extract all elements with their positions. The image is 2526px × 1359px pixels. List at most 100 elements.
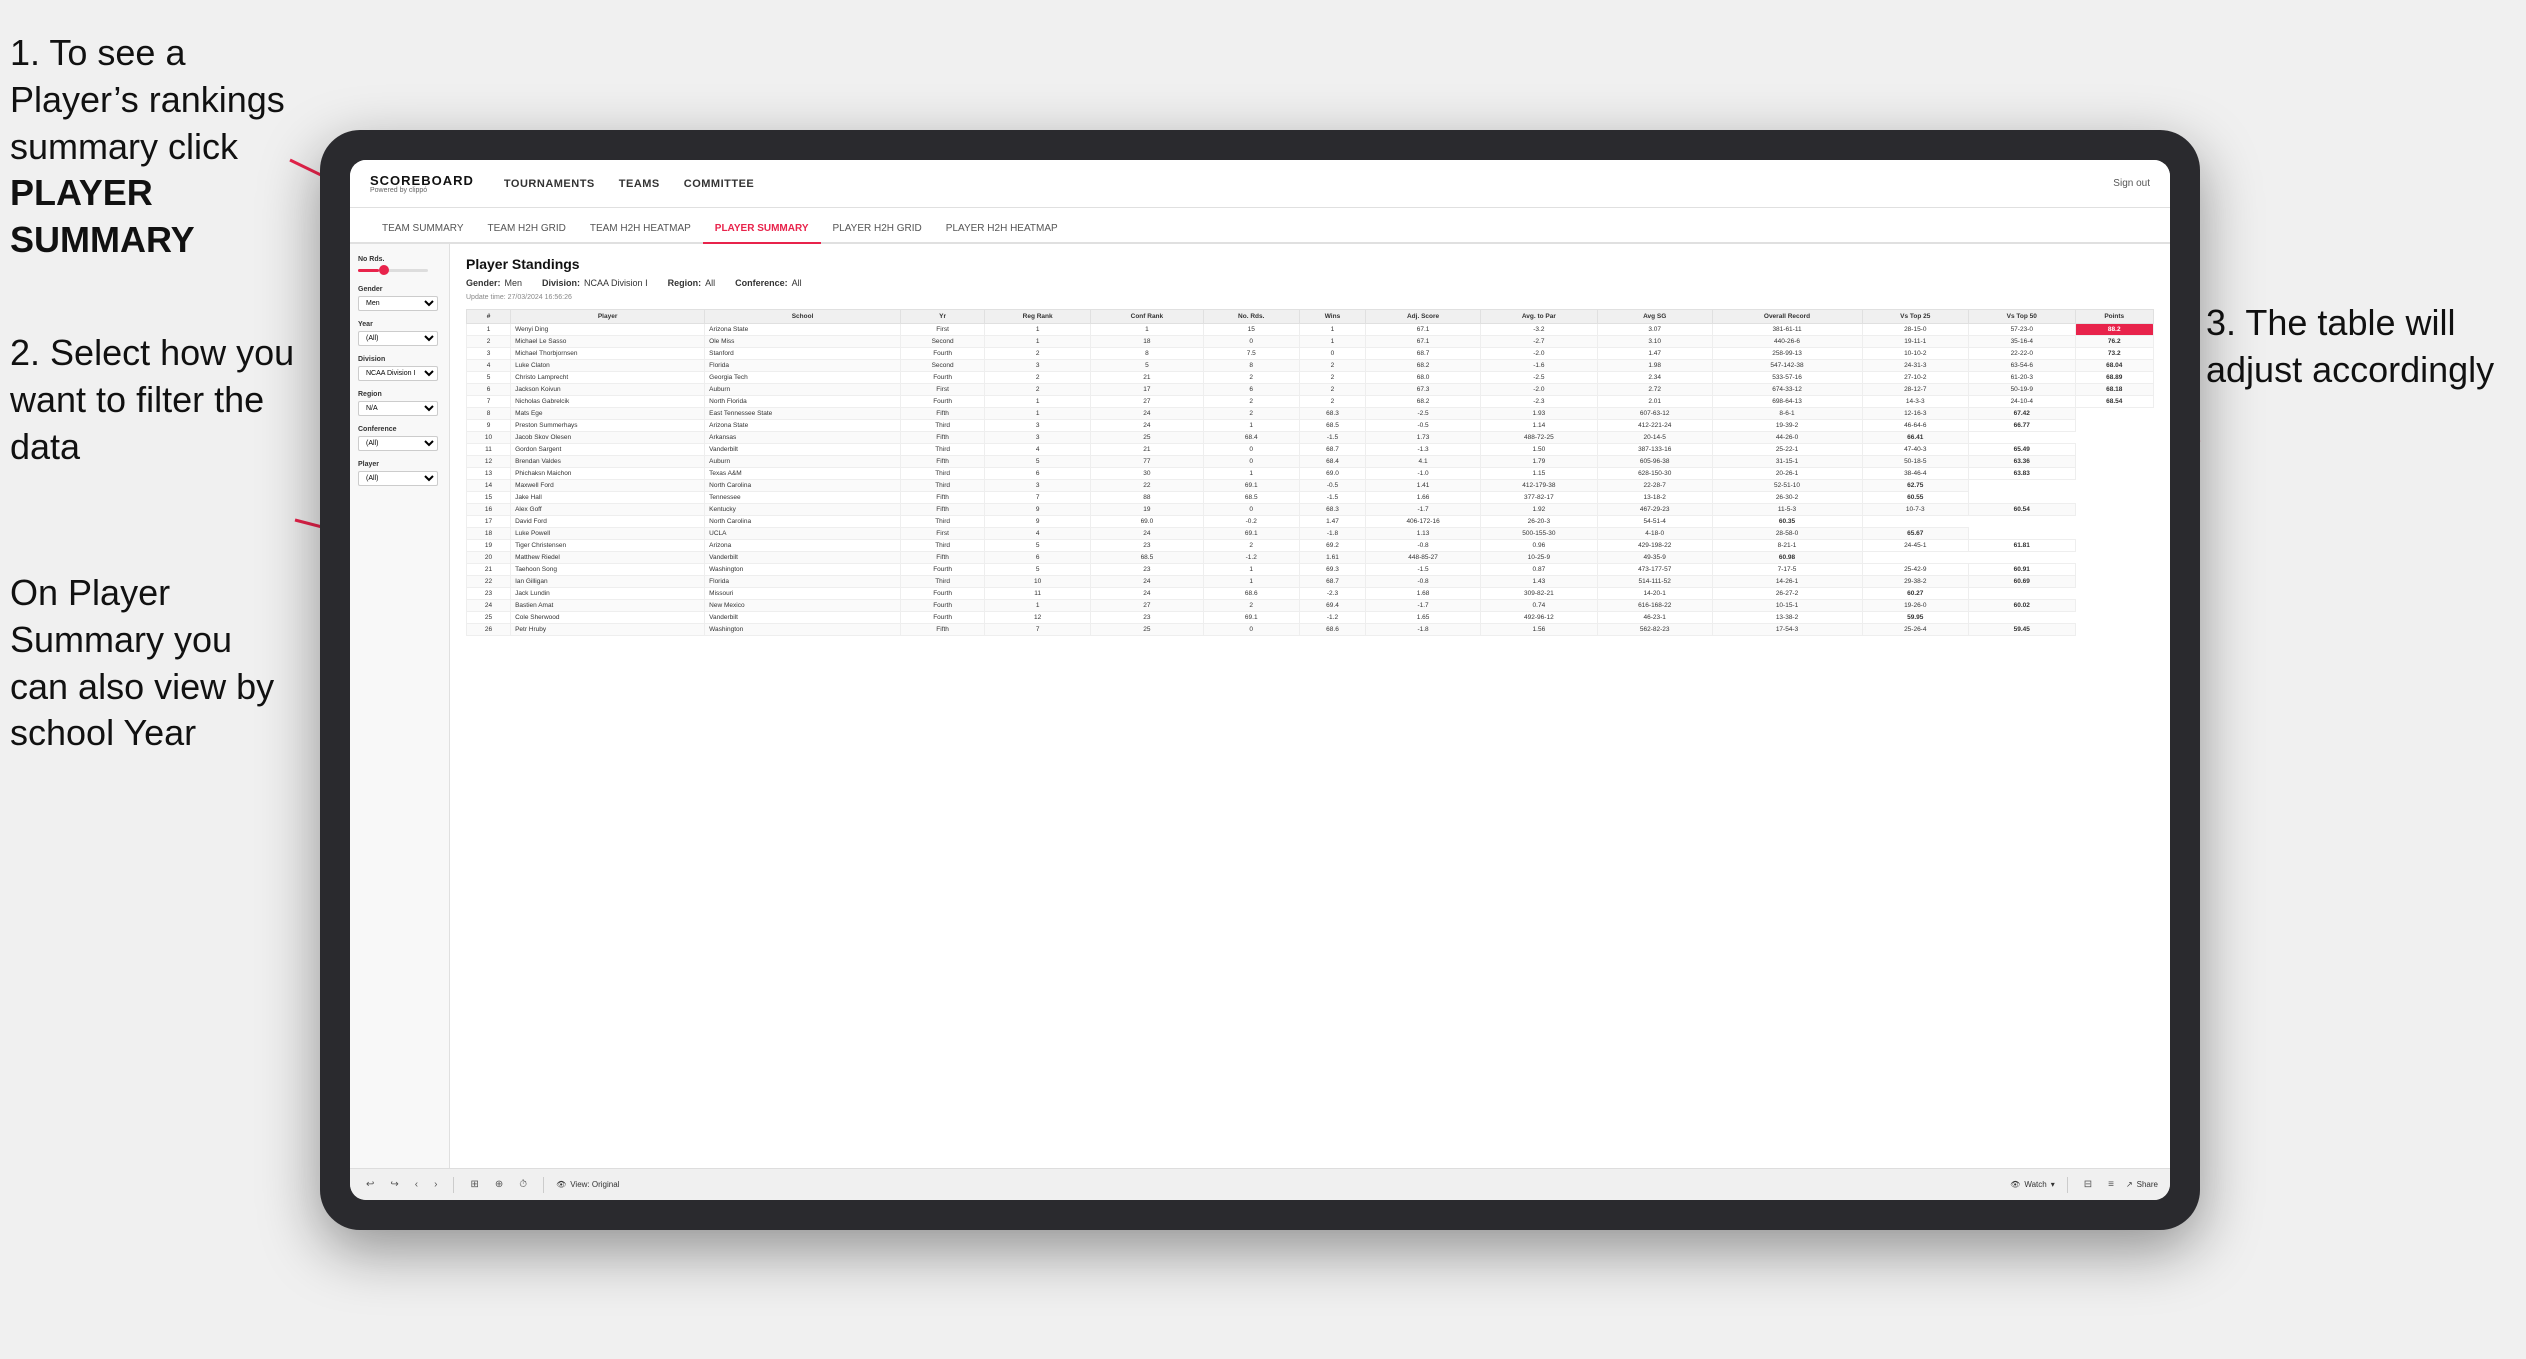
col-rank: # — [467, 310, 511, 324]
col-school: School — [705, 310, 901, 324]
toolbar-back[interactable]: ‹ — [411, 1177, 422, 1192]
toolbar-grid[interactable]: ⊟ — [2080, 1177, 2096, 1192]
table-row[interactable]: 1Wenyi DingArizona StateFirst1115167.1-3… — [467, 324, 2154, 336]
player-select[interactable]: (All) — [358, 471, 438, 486]
col-player: Player — [511, 310, 705, 324]
table-row[interactable]: 13Phichaksn MaichonTexas A&MThird630169.… — [467, 468, 2154, 480]
filter-year: Year (All) — [358, 321, 441, 346]
col-wins: Wins — [1299, 310, 1365, 324]
meta-conference-label: Conference: — [735, 278, 788, 288]
toolbar-crop[interactable]: ⊞ — [466, 1177, 482, 1192]
table-row[interactable]: 19Tiger ChristensenArizonaThird523269.2-… — [467, 540, 2154, 552]
sign-out-link[interactable]: Sign out — [2113, 178, 2150, 189]
meta-division-label: Division: — [542, 278, 580, 288]
step4-prefix: On — [10, 572, 68, 613]
view-label: View: Original — [570, 1180, 619, 1189]
table-row[interactable]: 5Christo LamprechtGeorgia TechFourth2212… — [467, 372, 2154, 384]
filter-conference: Conference (All) — [358, 426, 441, 451]
table-row[interactable]: 18Luke PowellUCLAFirst42469.1-1.81.13500… — [467, 528, 2154, 540]
subnav-player-summary[interactable]: PLAYER SUMMARY — [703, 215, 821, 244]
update-time: Update time: 27/03/2024 16:56:26 — [466, 294, 2154, 301]
table-row[interactable]: 21Taehoon SongWashingtonFourth523169.3-1… — [467, 564, 2154, 576]
toolbar-forward[interactable]: › — [430, 1177, 441, 1192]
table-row[interactable]: 23Jack LundinMissouriFourth112468.6-2.31… — [467, 588, 2154, 600]
toolbar-undo[interactable]: ↩ — [362, 1177, 378, 1192]
app-logo: SCOREBOARD Powered by clippó — [370, 174, 474, 194]
table-row[interactable]: 3Michael ThorbjornsenStanfordFourth287.5… — [467, 348, 2154, 360]
meta-division-value: NCAA Division I — [584, 278, 648, 288]
bottom-toolbar: ↩ ↪ ‹ › ⊞ ⊕ ⏱ 👁 View: Original 👁 Watch ▾… — [350, 1168, 2170, 1200]
filter-region: Region N/A — [358, 391, 441, 416]
table-row[interactable]: 4Luke ClatonFloridaSecond358268.2-1.61.9… — [467, 360, 2154, 372]
toolbar-list[interactable]: ≡ — [2104, 1177, 2118, 1192]
col-avg-sg: Avg SG — [1597, 310, 1712, 324]
subnav-player-h2h-grid[interactable]: PLAYER H2H GRID — [821, 215, 934, 244]
table-header: # Player School Yr Reg Rank Conf Rank No… — [467, 310, 2154, 324]
region-select[interactable]: N/A — [358, 401, 438, 416]
step3-text: The table will adjust accordingly — [2206, 302, 2494, 390]
table-row[interactable]: 2Michael Le SassoOle MissSecond1180167.1… — [467, 336, 2154, 348]
table-row[interactable]: 17David FordNorth CarolinaThird969.0-0.2… — [467, 516, 2154, 528]
filter-division: Division NCAA Division I — [358, 356, 441, 381]
toolbar-sep1 — [453, 1177, 454, 1193]
step2-text: Select how you want to filter the data — [10, 332, 294, 467]
nav-tournaments[interactable]: TOURNAMENTS — [504, 178, 595, 190]
instruction-step4: On Player Summary you can also view by s… — [10, 570, 300, 757]
table-row[interactable]: 20Matthew RiedelVanderbiltFifth668.5-1.2… — [467, 552, 2154, 564]
division-label: Division — [358, 356, 441, 363]
table-row[interactable]: 12Brendan ValdesAuburnFifth577068.44.11.… — [467, 456, 2154, 468]
table-row[interactable]: 8Mats EgeEast Tennessee StateFifth124268… — [467, 408, 2154, 420]
division-select[interactable]: NCAA Division I — [358, 366, 438, 381]
nav-committee[interactable]: COMMITTEE — [684, 178, 755, 190]
tablet-screen: SCOREBOARD Powered by clippó TOURNAMENTS… — [350, 160, 2170, 1200]
table-area: Player Standings Gender: Men Division: N… — [450, 244, 2170, 1168]
region-label: Region — [358, 391, 441, 398]
player-label: Player — [358, 461, 441, 468]
step1-number: 1. — [10, 32, 40, 73]
toolbar-redo[interactable]: ↪ — [386, 1177, 402, 1192]
toolbar-clock[interactable]: ⏱ — [515, 1177, 531, 1192]
toolbar-add[interactable]: ⊕ — [491, 1177, 507, 1192]
conference-select[interactable]: (All) — [358, 436, 438, 451]
gender-label: Gender — [358, 286, 441, 293]
table-row[interactable]: 25Cole SherwoodVanderbiltFourth122369.1-… — [467, 612, 2154, 624]
table-row[interactable]: 11Gordon SargentVanderbiltThird421068.7-… — [467, 444, 2154, 456]
col-overall: Overall Record — [1712, 310, 1862, 324]
no-rds-label: No Rds. — [358, 256, 441, 263]
filter-gender: Gender Men — [358, 286, 441, 311]
table-row[interactable]: 14Maxwell FordNorth CarolinaThird32269.1… — [467, 480, 2154, 492]
year-select[interactable]: (All) — [358, 331, 438, 346]
header-right: Sign out — [2113, 178, 2150, 189]
standings-table: # Player School Yr Reg Rank Conf Rank No… — [466, 309, 2154, 636]
standings-header: Player Standings Gender: Men Division: N… — [466, 256, 2154, 301]
toolbar-watch[interactable]: 👁 Watch ▾ — [2010, 1180, 2055, 1189]
view-eye-icon: 👁 — [556, 1180, 566, 1189]
table-row[interactable]: 9Preston SummerhaysArizona StateThird324… — [467, 420, 2154, 432]
standings-title: Player Standings — [466, 256, 2154, 272]
table-row[interactable]: 6Jackson KoivunAuburnFirst2176267.3-2.02… — [467, 384, 2154, 396]
table-row[interactable]: 24Bastien AmatNew MexicoFourth127269.4-1… — [467, 600, 2154, 612]
sub-navigation: TEAM SUMMARY TEAM H2H GRID TEAM H2H HEAT… — [350, 208, 2170, 244]
instruction-step1: 1. To see a Player’s rankings summary cl… — [10, 30, 310, 264]
table-row[interactable]: 16Alex GoffKentuckyFifth919068.3-1.71.92… — [467, 504, 2154, 516]
subnav-player-h2h-heatmap[interactable]: PLAYER H2H HEATMAP — [934, 215, 1070, 244]
table-row[interactable]: 26Petr HrubyWashingtonFifth725068.6-1.81… — [467, 624, 2154, 636]
table-row[interactable]: 10Jacob Skov OlesenArkansasFifth32568.4-… — [467, 432, 2154, 444]
toolbar-sep3 — [2067, 1177, 2068, 1193]
no-rds-slider[interactable] — [358, 269, 428, 272]
share-icon: ↗ — [2126, 1180, 2133, 1189]
col-year: Yr — [900, 310, 984, 324]
table-row[interactable]: 7Nicholas GabrelcikNorth FloridaFourth12… — [467, 396, 2154, 408]
gender-select[interactable]: Men — [358, 296, 438, 311]
subnav-team-h2h-grid[interactable]: TEAM H2H GRID — [476, 215, 578, 244]
col-points: Points — [2075, 310, 2153, 324]
filter-no-rds: No Rds. — [358, 256, 441, 276]
subnav-team-h2h-heatmap[interactable]: TEAM H2H HEATMAP — [578, 215, 703, 244]
nav-teams[interactable]: TEAMS — [619, 178, 660, 190]
toolbar-share[interactable]: ↗ Share — [2126, 1180, 2158, 1189]
table-row[interactable]: 15Jake HallTennesseeFifth78868.5-1.51.66… — [467, 492, 2154, 504]
logo-main: SCOREBOARD — [370, 174, 474, 187]
table-row[interactable]: 22Ian GilliganFloridaThird1024168.7-0.81… — [467, 576, 2154, 588]
subnav-team-summary[interactable]: TEAM SUMMARY — [370, 215, 476, 244]
toolbar-view[interactable]: 👁 View: Original — [556, 1180, 619, 1189]
